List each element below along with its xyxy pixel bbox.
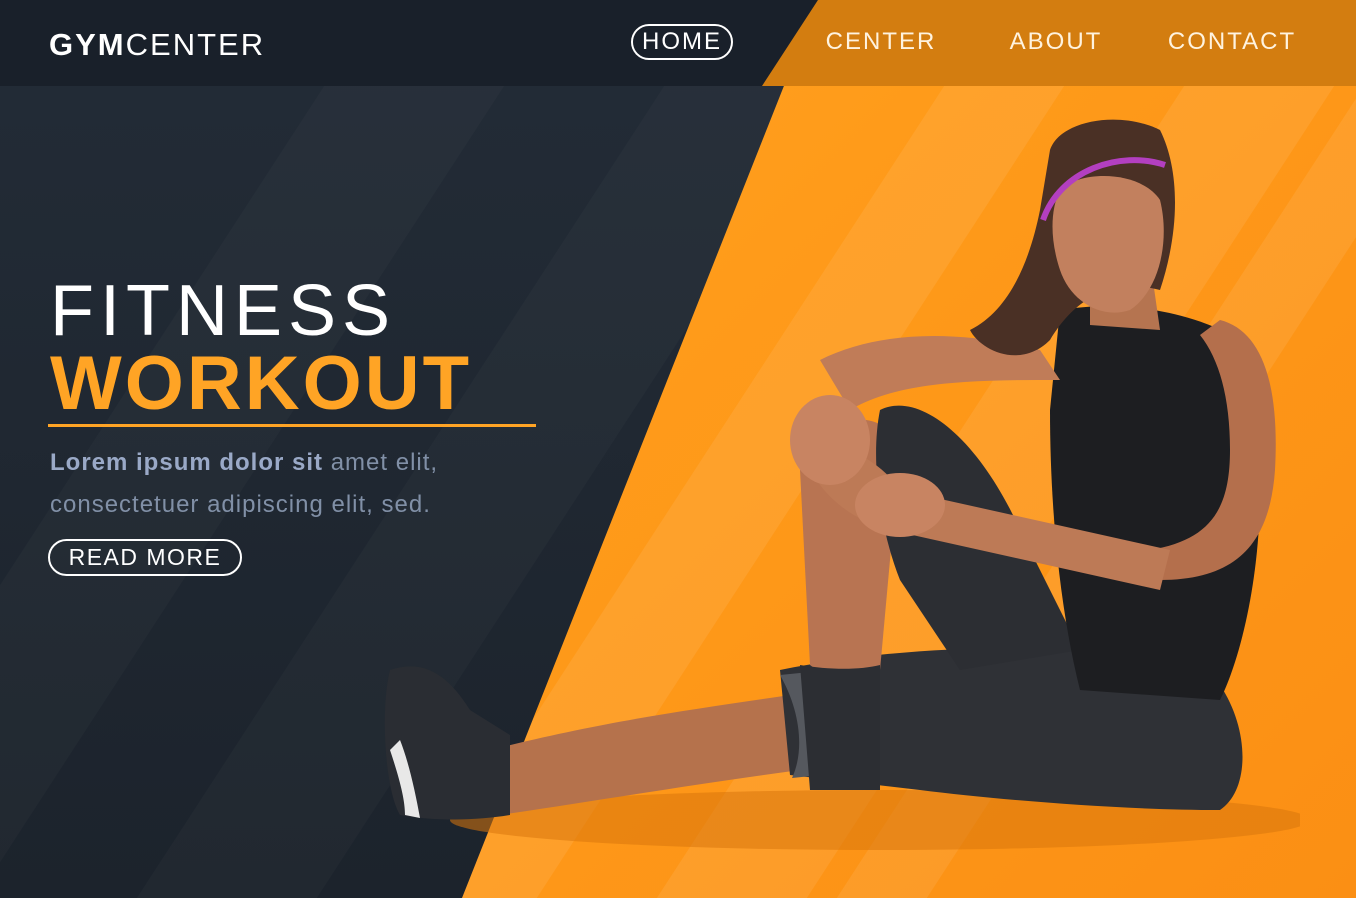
nav-about[interactable]: ABOUT: [1008, 24, 1104, 60]
hero-description: Lorem ipsum dolor sit amet elit, consect…: [50, 442, 550, 526]
logo-light: CENTER: [125, 27, 266, 62]
header: GYMCENTER HOME CENTER ABOUT CONTACT: [0, 0, 1356, 86]
logo[interactable]: GYMCENTER: [49, 27, 265, 63]
nav-center[interactable]: CENTER: [826, 24, 936, 60]
hero-title-line2: WORKOUT: [50, 341, 473, 426]
title-underline: [48, 424, 536, 427]
hero-description-strong: Lorem ipsum dolor sit: [50, 449, 324, 476]
nav-home[interactable]: HOME: [631, 24, 733, 60]
nav-contact[interactable]: CONTACT: [1166, 24, 1298, 60]
logo-bold: GYM: [49, 27, 126, 62]
landing-page: GYMCENTER HOME CENTER ABOUT CONTACT FITN…: [0, 0, 1356, 898]
read-more-button[interactable]: READ MORE: [48, 539, 242, 576]
